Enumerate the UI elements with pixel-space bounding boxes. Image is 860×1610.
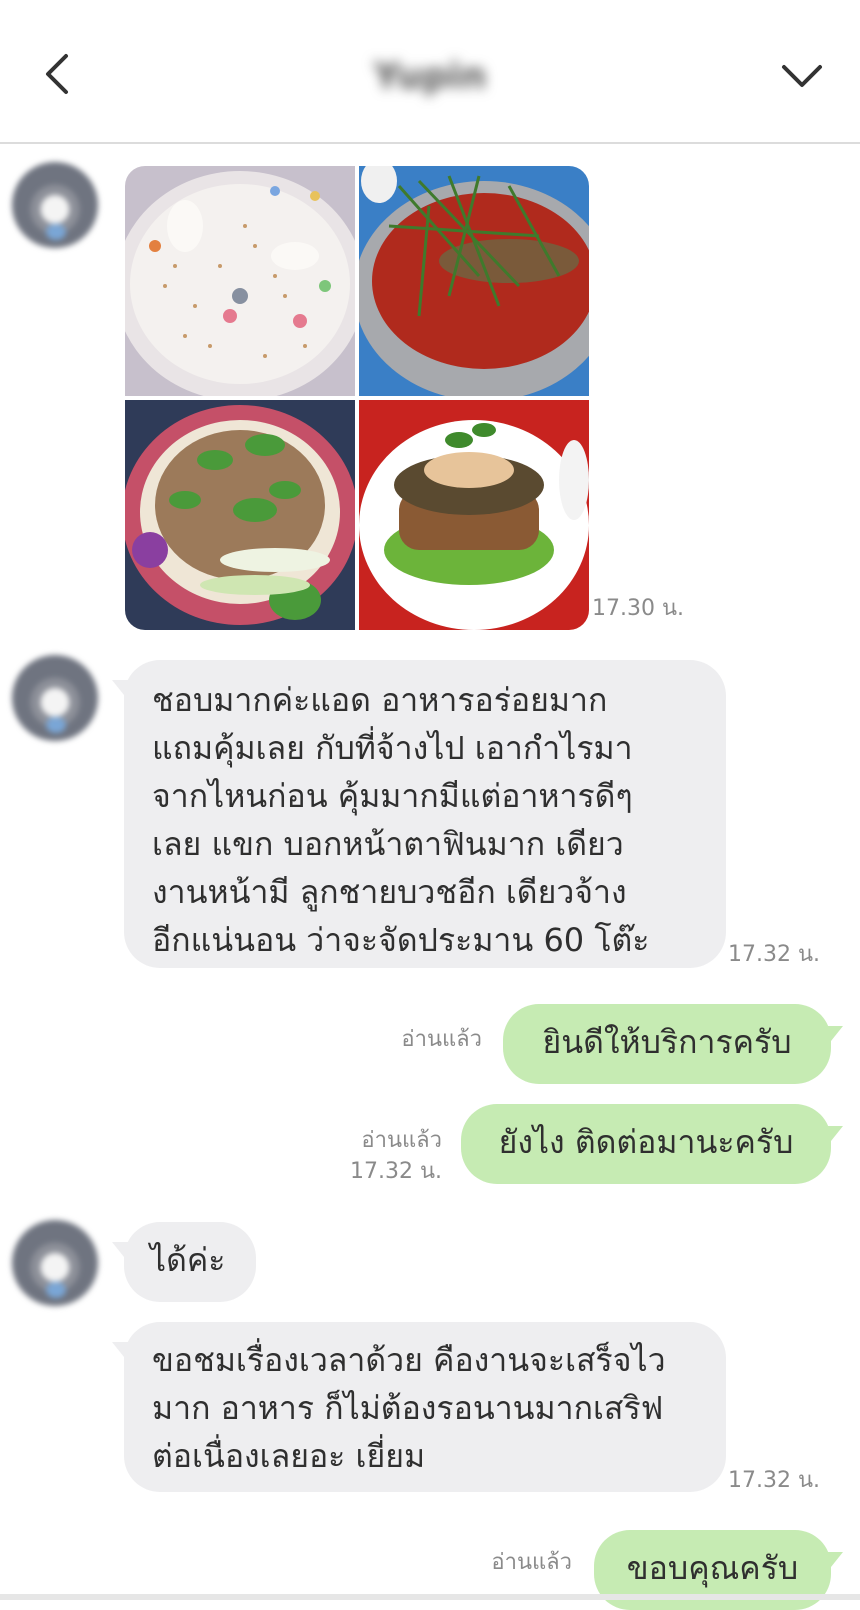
back-button[interactable] <box>30 46 86 102</box>
incoming-message-bubble[interactable]: ชอบมากค่ะแอด อาหารอร่อยมาก แถมคุ้มเลย กั… <box>112 660 726 968</box>
contact-avatar[interactable] <box>12 655 98 741</box>
incoming-message-bubble[interactable]: ขอชมเรื่องเวลาด้วย คืองานจะเสร็จไว มาก อ… <box>112 1322 726 1492</box>
read-receipt: อ่านแล้ว <box>401 1027 482 1052</box>
message-timestamp: 17.30 น. <box>592 596 685 621</box>
menu-button[interactable] <box>774 46 830 102</box>
food-photo-fish-curry[interactable] <box>359 166 589 396</box>
food-photo-larb[interactable] <box>125 400 355 630</box>
food-photo-coconut-dessert[interactable] <box>125 166 355 396</box>
message-timestamp: 17.32 น. <box>728 942 821 967</box>
incoming-message-bubble[interactable]: ได้ค่ะ <box>112 1222 256 1302</box>
contact-avatar[interactable] <box>12 1220 98 1306</box>
chat-header: Yupin <box>0 0 860 144</box>
read-receipt: อ่านแล้ว <box>491 1550 572 1575</box>
chat-title: Yupin <box>373 55 487 97</box>
chevron-left-icon <box>46 54 68 94</box>
bottom-divider <box>0 1594 860 1600</box>
contact-avatar[interactable] <box>12 162 98 248</box>
chevron-down-icon <box>782 65 822 87</box>
outgoing-message-bubble[interactable]: ยินดีให้บริการครับ <box>503 1004 843 1084</box>
food-photo-hor-mok[interactable] <box>359 400 589 630</box>
read-receipt: อ่านแล้ว <box>361 1128 442 1153</box>
message-timestamp: 17.32 น. <box>728 1468 821 1493</box>
message-timestamp: 17.32 น. <box>349 1159 442 1184</box>
outgoing-message-bubble[interactable]: ยังไง ติดต่อมานะครับ <box>461 1104 843 1184</box>
food-photo-grid[interactable] <box>125 166 589 630</box>
